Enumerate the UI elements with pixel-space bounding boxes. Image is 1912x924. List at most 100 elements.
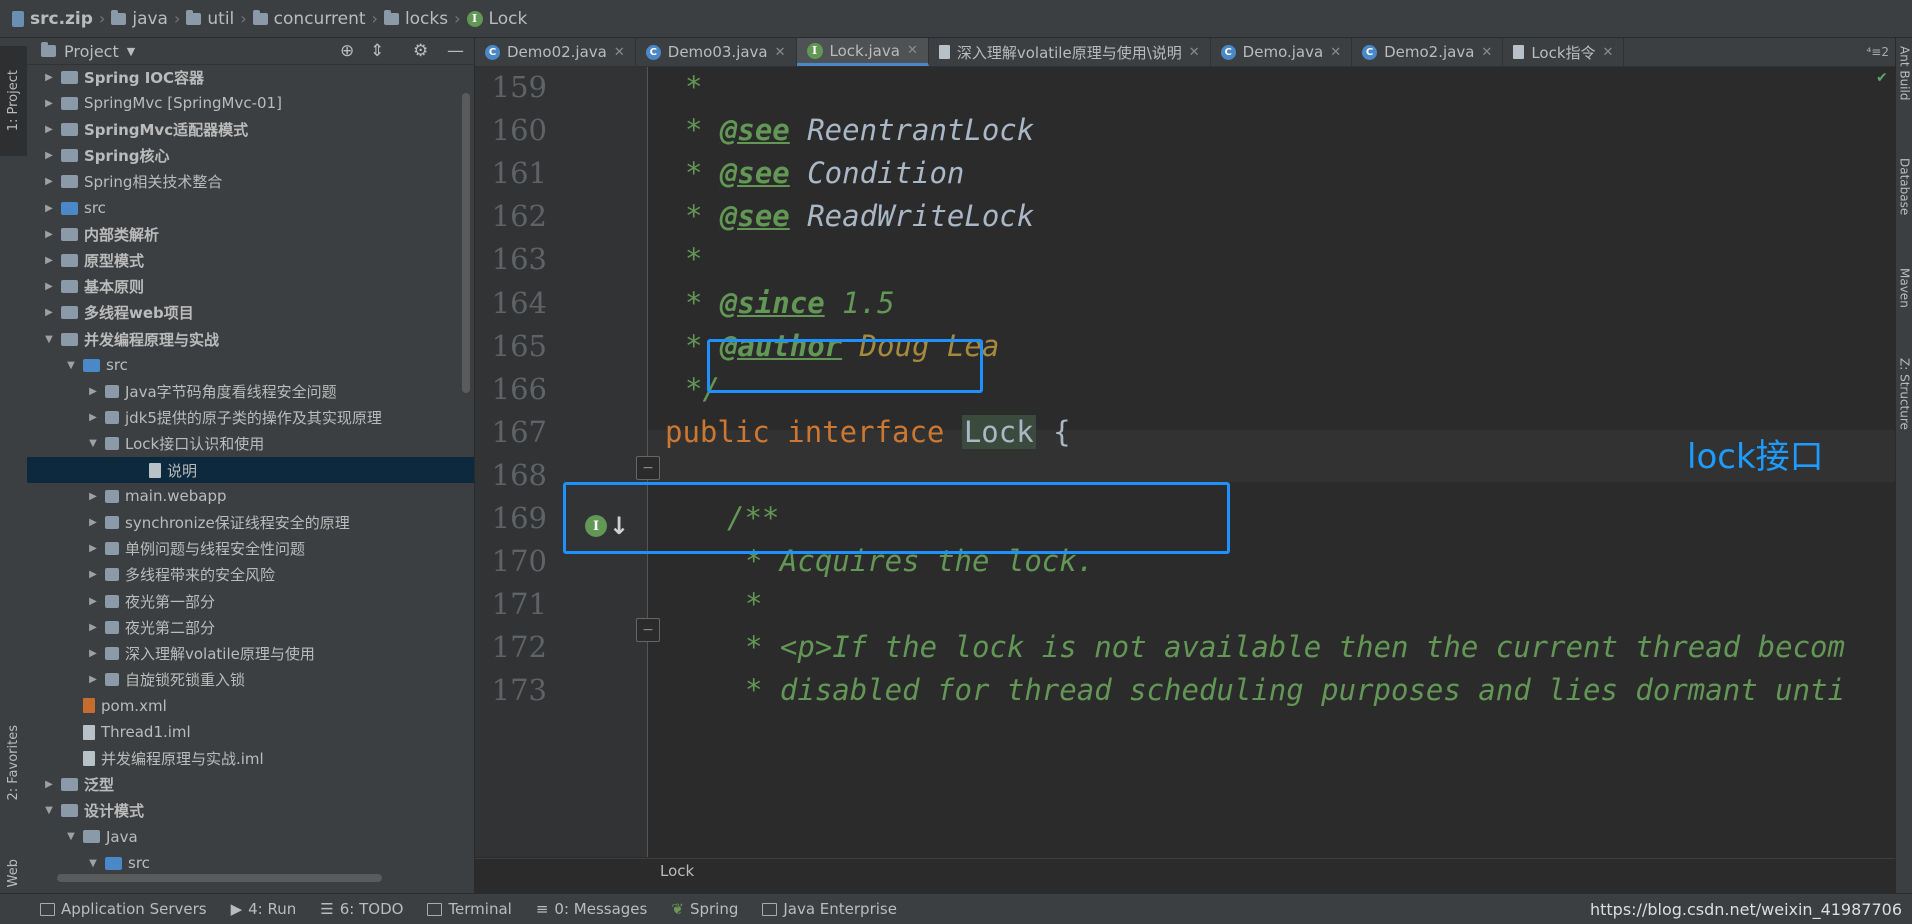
tree-item[interactable]: ▶ 自旋锁死锁重入锁 (27, 667, 474, 693)
tab-favorites-tool[interactable]: 2: Favorites (0, 703, 27, 823)
editor-tab[interactable]: I Lock.java ✕ (796, 38, 929, 66)
tree-item[interactable]: ▶ 深入理解volatile原理与使用 (27, 640, 474, 666)
chevron-right-icon[interactable]: ▶ (41, 176, 57, 187)
breadcrumb-util[interactable]: util (186, 9, 234, 29)
tree-item[interactable]: 并发编程原理与实战.iml (27, 745, 474, 771)
collapse-all-icon[interactable]: ⇕ (370, 41, 384, 61)
close-icon[interactable]: ✕ (1189, 45, 1200, 60)
close-icon[interactable]: ✕ (907, 43, 918, 58)
chevron-right-icon[interactable]: ▶ (41, 779, 57, 790)
tree-item[interactable]: ▼ Lock接口认识和使用 (27, 431, 474, 457)
chevron-right-icon[interactable]: ▶ (41, 229, 57, 240)
tab-database[interactable]: Database (1896, 158, 1912, 215)
chevron-right-icon[interactable]: ▶ (85, 674, 101, 685)
chevron-right-icon[interactable]: ▶ (41, 124, 57, 135)
chevron-right-icon[interactable]: ▶ (85, 596, 101, 607)
tree-vertical-scrollbar[interactable] (462, 93, 470, 393)
tree-item[interactable]: ▼ Java (27, 824, 474, 850)
breadcrumb-lock[interactable]: I Lock (466, 9, 527, 29)
editor-tab[interactable]: C Demo2.java ✕ (1352, 38, 1504, 66)
code-editor[interactable]: 159 160 161 162 163 164 165 166 167 168 169 170 171 1… (475, 67, 1895, 857)
chevron-right-icon[interactable]: ▶ (41, 72, 57, 83)
tree-item[interactable]: 说明 (27, 457, 474, 483)
chevron-down-icon[interactable]: ▼ (41, 334, 57, 345)
chevron-right-icon[interactable]: ▶ (85, 491, 101, 502)
chevron-down-icon[interactable]: ▼ (85, 438, 101, 449)
chevron-right-icon[interactable]: ▶ (41, 281, 57, 292)
tab-overflow-menu[interactable]: ⁴≡2 (1861, 38, 1896, 66)
tab-project-tool[interactable]: 1: Project (0, 46, 27, 156)
editor-tab[interactable]: Lock指令 ✕ (1503, 38, 1625, 66)
tree-item[interactable]: Thread1.iml (27, 719, 474, 745)
chevron-right-icon[interactable]: ▶ (41, 150, 57, 161)
tree-item[interactable]: ▼ src (27, 352, 474, 378)
tool-terminal[interactable]: Terminal (415, 900, 523, 918)
tree-item[interactable]: ▼ 并发编程原理与实战 (27, 326, 474, 352)
tree-item[interactable]: ▶ 多线程带来的安全风险 (27, 562, 474, 588)
tree-item[interactable]: ▶ 泛型 (27, 771, 474, 797)
tree-item[interactable]: pom.xml (27, 693, 474, 719)
close-icon[interactable]: ✕ (614, 45, 625, 60)
breadcrumb-java[interactable]: java (111, 9, 168, 29)
tree-item[interactable]: ▶ 原型模式 (27, 247, 474, 273)
close-icon[interactable]: ✕ (1603, 45, 1614, 60)
breadcrumb-zip[interactable]: src.zip (12, 9, 93, 29)
chevron-right-icon[interactable]: ▶ (41, 98, 57, 109)
project-view-dropdown[interactable]: Project (64, 42, 119, 61)
tool-todo[interactable]: ☰ 6: TODO (308, 900, 415, 918)
tree-item[interactable]: ▶ 基本原则 (27, 274, 474, 300)
tool-run[interactable]: ▶ 4: Run (219, 900, 309, 918)
tree-item[interactable]: ▶ SpringMvc适配器模式 (27, 116, 474, 142)
tree-item[interactable]: ▼ src (27, 850, 474, 876)
chevron-right-icon[interactable]: ▶ (85, 622, 101, 633)
tab-structure[interactable]: Z: Structure (1896, 358, 1912, 430)
chevron-right-icon[interactable]: ▶ (41, 307, 57, 318)
tool-messages[interactable]: ≡ 0: Messages (524, 900, 660, 918)
tab-ant-build[interactable]: Ant Build (1896, 46, 1912, 100)
chevron-right-icon[interactable]: ▶ (85, 412, 101, 423)
close-icon[interactable]: ✕ (1330, 45, 1341, 60)
chevron-down-icon[interactable]: ▼ (85, 858, 101, 869)
breadcrumb-locks[interactable]: locks (383, 9, 448, 29)
tree-item[interactable]: ▶ Spring IOC容器 (27, 64, 474, 90)
tool-java-enterprise[interactable]: Java Enterprise (750, 900, 909, 918)
tree-item[interactable]: ▶ main.webapp (27, 483, 474, 509)
chevron-right-icon[interactable]: ▶ (41, 203, 57, 214)
tree-item[interactable]: ▶ 内部类解析 (27, 221, 474, 247)
tab-web-tool[interactable]: Web (0, 853, 27, 893)
editor-tab[interactable]: 深入理解volatile原理与使用\说明 ✕ (929, 38, 1211, 66)
tree-item[interactable]: ▶ src (27, 195, 474, 221)
chevron-right-icon[interactable]: ▶ (85, 648, 101, 659)
tool-application-servers[interactable]: Application Servers (28, 900, 219, 918)
tree-item[interactable]: ▶ Spring相关技术整合 (27, 169, 474, 195)
chevron-right-icon[interactable]: ▶ (85, 517, 101, 528)
fold-start-icon[interactable]: − (636, 618, 660, 642)
chevron-down-icon[interactable]: ▼ (63, 360, 79, 371)
chevron-right-icon[interactable]: ▶ (41, 255, 57, 266)
tree-item[interactable]: ▶ jdk5提供的原子类的操作及其实现原理 (27, 405, 474, 431)
tree-item[interactable]: ▶ SpringMvc [SpringMvc-01] (27, 90, 474, 116)
tool-spring[interactable]: ❦ Spring (659, 900, 750, 918)
chevron-right-icon[interactable]: ▶ (85, 543, 101, 554)
hide-panel-icon[interactable]: — (447, 41, 464, 61)
tree-item[interactable]: ▶ 夜光第一部分 (27, 588, 474, 614)
tree-item[interactable]: ▶ Java字节码角度看线程安全问题 (27, 378, 474, 404)
close-icon[interactable]: ✕ (775, 45, 786, 60)
tree-item[interactable]: ▶ 多线程web项目 (27, 300, 474, 326)
editor-tab[interactable]: C Demo03.java ✕ (636, 38, 797, 66)
close-icon[interactable]: ✕ (1481, 45, 1492, 60)
editor-tab[interactable]: C Demo.java ✕ (1211, 38, 1353, 66)
breadcrumb-concurrent[interactable]: concurrent (252, 9, 366, 29)
tree-item[interactable]: ▼ 设计模式 (27, 798, 474, 824)
locate-icon[interactable]: ⊕ (340, 41, 354, 61)
chevron-down-icon[interactable]: ▼ (127, 45, 135, 58)
tree-item[interactable]: ▶ 夜光第二部分 (27, 614, 474, 640)
chevron-right-icon[interactable]: ▶ (85, 569, 101, 580)
fold-end-icon[interactable]: − (636, 456, 660, 480)
breadcrumb-item-lock[interactable]: Lock (660, 862, 694, 880)
tab-maven[interactable]: Maven (1896, 268, 1912, 308)
tree-item[interactable]: ▶ Spring核心 (27, 143, 474, 169)
tree-item[interactable]: ▶ synchronize保证线程安全的原理 (27, 509, 474, 535)
editor-tab[interactable]: C Demo02.java ✕ (475, 38, 636, 66)
chevron-down-icon[interactable]: ▼ (63, 831, 79, 842)
